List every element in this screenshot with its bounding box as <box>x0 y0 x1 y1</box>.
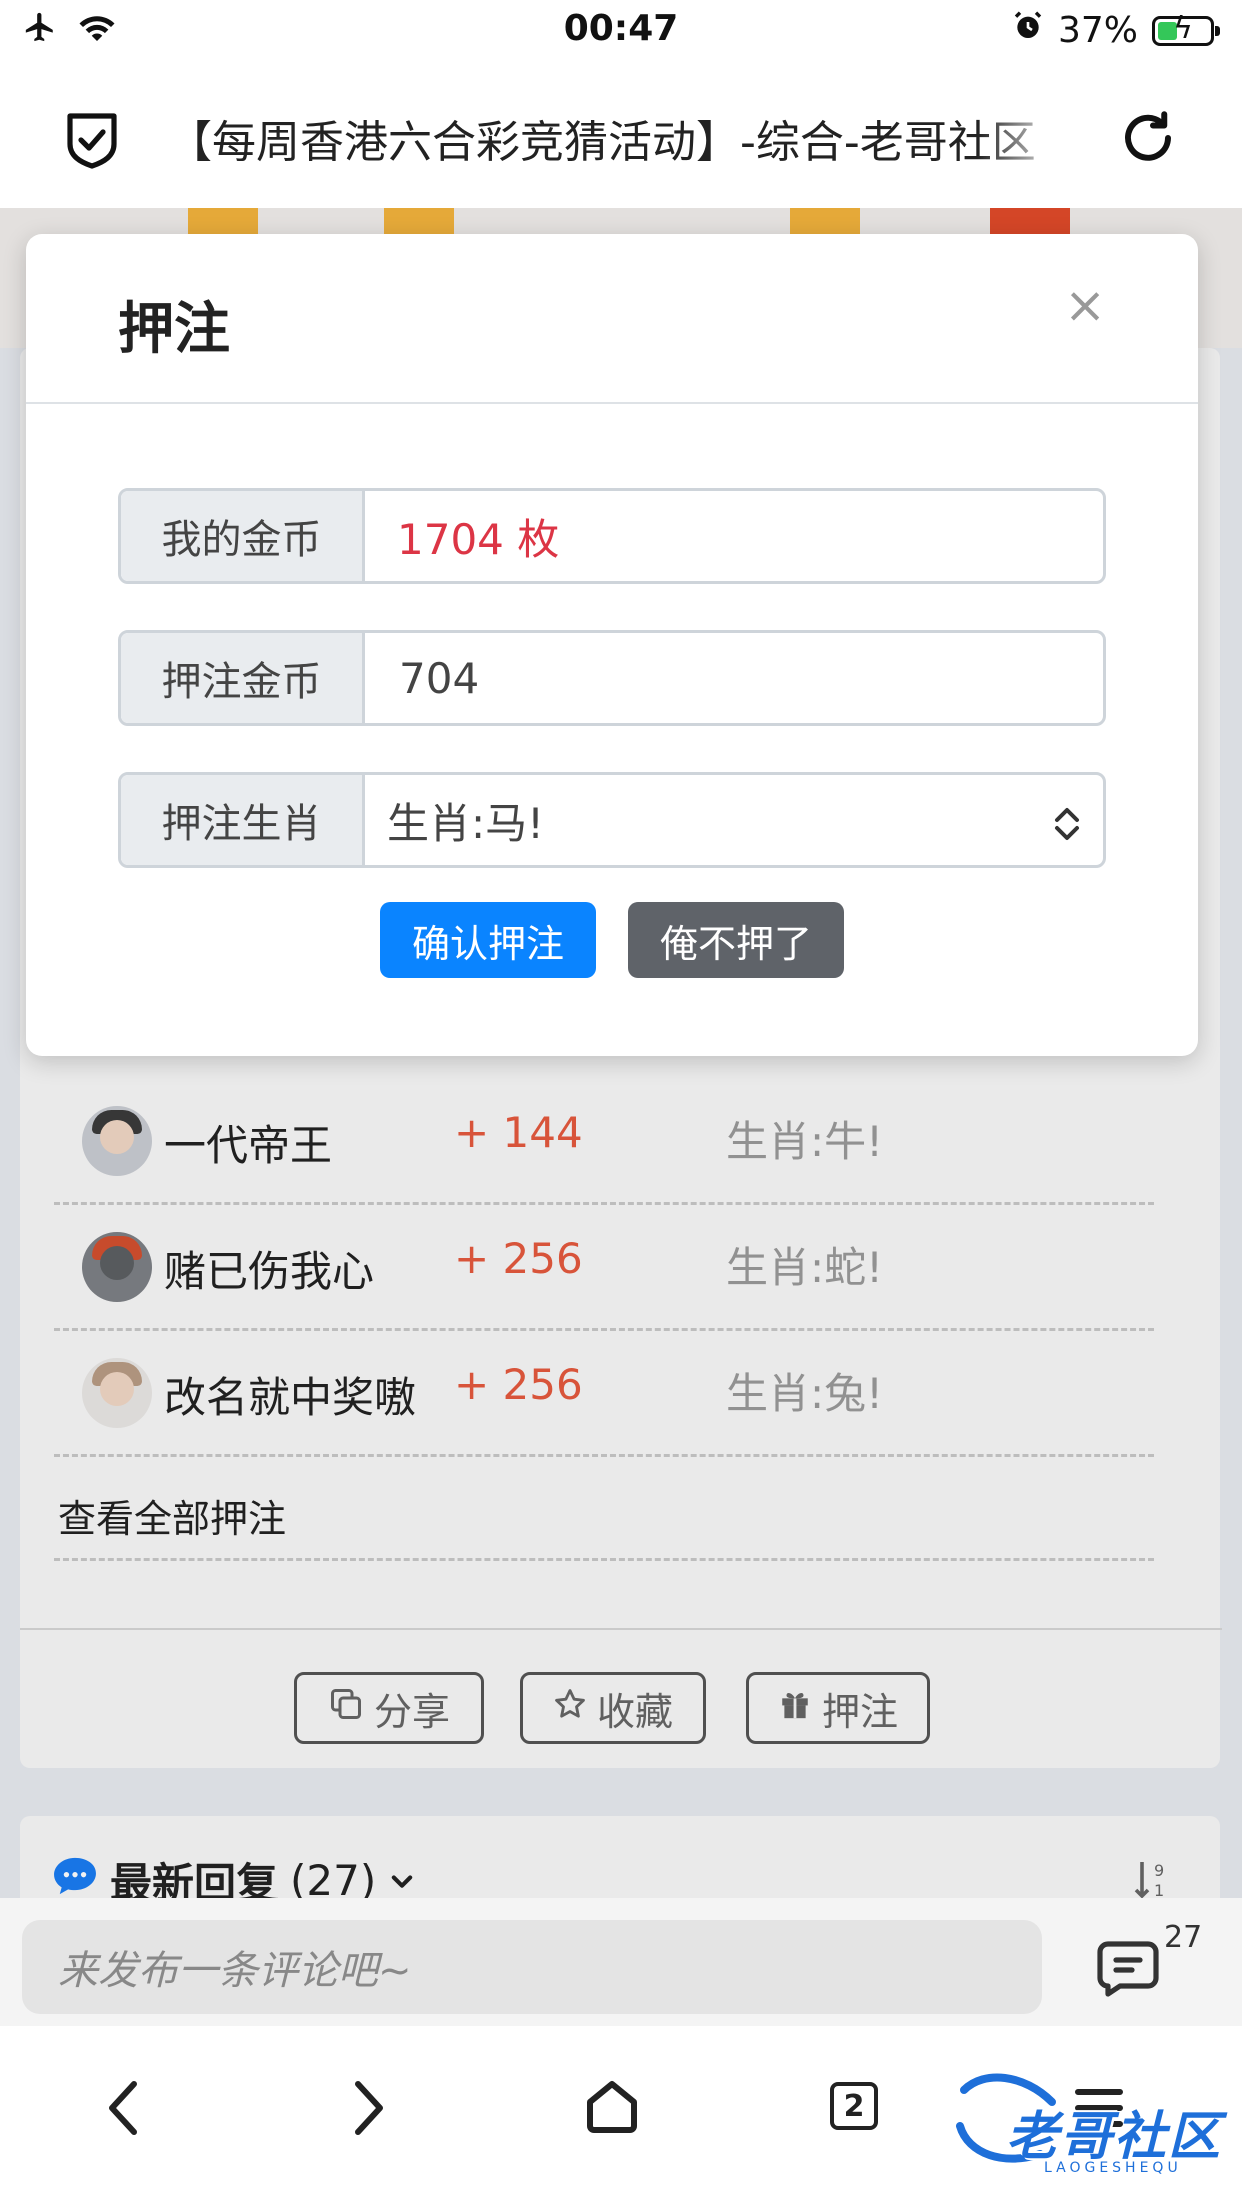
refresh-icon[interactable] <box>1118 108 1178 172</box>
select-arrows-icon <box>1053 803 1081 852</box>
comment-icon[interactable] <box>1096 1940 1160 2002</box>
browser-nav-bar: 【每周香港六合彩竞猜活动】-综合-老哥社区 <box>0 62 1242 208</box>
battery-icon: ϟ <box>1152 12 1220 46</box>
battery-percent: 37% <box>1057 10 1138 51</box>
my-coins-label: 我的金币 <box>121 491 365 581</box>
zodiac-select-value: 生肖:马! <box>387 798 544 848</box>
back-icon[interactable] <box>104 2078 144 2142</box>
my-coins-value: 1704 枚 <box>397 514 560 564</box>
tabs-button[interactable]: 2 <box>830 2082 878 2130</box>
bet-coins-input[interactable] <box>397 652 1103 704</box>
bet-coins-group: 押注金币 <box>118 630 1106 726</box>
tabs-count: 2 <box>830 2082 878 2130</box>
comment-input[interactable]: 来发布一条评论吧~ <box>22 1920 1042 2014</box>
close-icon[interactable]: × <box>1064 280 1106 330</box>
forward-icon[interactable] <box>348 2078 388 2142</box>
divider <box>26 402 1198 404</box>
comment-bar: 来发布一条评论吧~ 27 <box>0 1898 1242 2026</box>
page-title: 【每周香港六合彩竞猜活动】-综合-老哥社区 <box>168 117 1036 168</box>
modal-title: 押注 <box>118 297 230 362</box>
cancel-bet-button[interactable]: 俺不押了 <box>628 902 844 978</box>
confirm-bet-button[interactable]: 确认押注 <box>380 902 596 978</box>
bet-zodiac-label: 押注生肖 <box>121 775 365 865</box>
alarm-icon <box>1012 10 1044 51</box>
browser-toolbar: 2 老哥社区 LAOGESHEQU <box>0 2026 1242 2208</box>
bet-modal: 押注 × 我的金币 1704 枚 押注金币 押注生肖 生肖:马! 确认押注 俺不… <box>26 234 1198 1056</box>
shield-check-icon[interactable] <box>64 110 120 174</box>
zodiac-select[interactable]: 生肖:马! <box>365 775 1103 865</box>
home-icon[interactable] <box>584 2078 640 2138</box>
bet-coins-label: 押注金币 <box>121 633 365 723</box>
bet-zodiac-group: 押注生肖 生肖:马! <box>118 772 1106 868</box>
watermark-logo: 老哥社区 LAOGESHEQU <box>948 2066 1238 2186</box>
comment-count-badge: 27 <box>1164 1920 1203 1955</box>
watermark-subtext: LAOGESHEQU <box>1044 2160 1182 2176</box>
my-coins-group: 我的金币 1704 枚 <box>118 488 1106 584</box>
watermark-text: 老哥社区 <box>1006 2107 1223 2167</box>
status-bar: 00:47 37% ϟ <box>0 0 1242 62</box>
